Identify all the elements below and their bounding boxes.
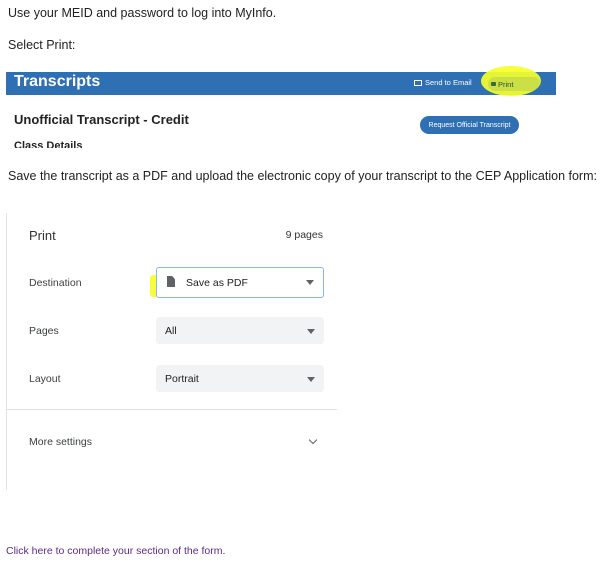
mail-icon — [414, 79, 422, 86]
print-icon — [491, 82, 496, 86]
more-settings-toggle[interactable]: More settings — [29, 436, 92, 448]
instruction-step-3: Save the transcript as a PDF and upload … — [8, 169, 597, 183]
print-button[interactable]: Print — [488, 77, 541, 91]
pages-label: Pages — [29, 325, 59, 337]
chevron-down-icon — [307, 329, 315, 334]
print-dialog: Print 9 pages Destination Save as PDF Pa… — [6, 213, 337, 490]
class-details-label: Class Details — [14, 140, 83, 148]
print-dialog-title: Print — [29, 228, 56, 243]
chevron-down-icon — [306, 280, 314, 285]
divider — [7, 409, 337, 410]
layout-label: Layout — [29, 373, 61, 385]
pages-value: All — [165, 325, 177, 337]
destination-label: Destination — [29, 277, 82, 289]
page-count: 9 pages — [285, 229, 323, 241]
destination-value: Save as PDF — [186, 277, 248, 289]
banner-title: Transcripts — [14, 73, 101, 90]
send-to-email-button[interactable]: Send to Email — [414, 78, 472, 87]
transcripts-screenshot: Transcripts Send to Email Print Unoffici… — [6, 64, 558, 148]
transcript-heading: Unofficial Transcript - Credit — [14, 112, 189, 127]
print-label: Print — [498, 79, 514, 89]
document-icon — [167, 276, 175, 287]
destination-select[interactable]: Save as PDF — [156, 267, 324, 298]
layout-select[interactable]: Portrait — [156, 365, 324, 392]
instruction-step-1: Use your MEID and password to log into M… — [8, 6, 277, 20]
transcripts-banner: Transcripts Send to Email — [6, 72, 556, 95]
chevron-down-icon[interactable] — [308, 435, 318, 445]
instruction-step-2: Select Print: — [8, 38, 76, 52]
layout-value: Portrait — [165, 373, 199, 385]
pages-select[interactable]: All — [156, 317, 324, 344]
complete-form-link[interactable]: Click here to complete your section of t… — [6, 545, 225, 557]
chevron-down-icon — [307, 377, 315, 382]
send-to-email-label: Send to Email — [425, 78, 472, 87]
request-official-transcript-button[interactable]: Request Official Transcript — [420, 116, 519, 134]
